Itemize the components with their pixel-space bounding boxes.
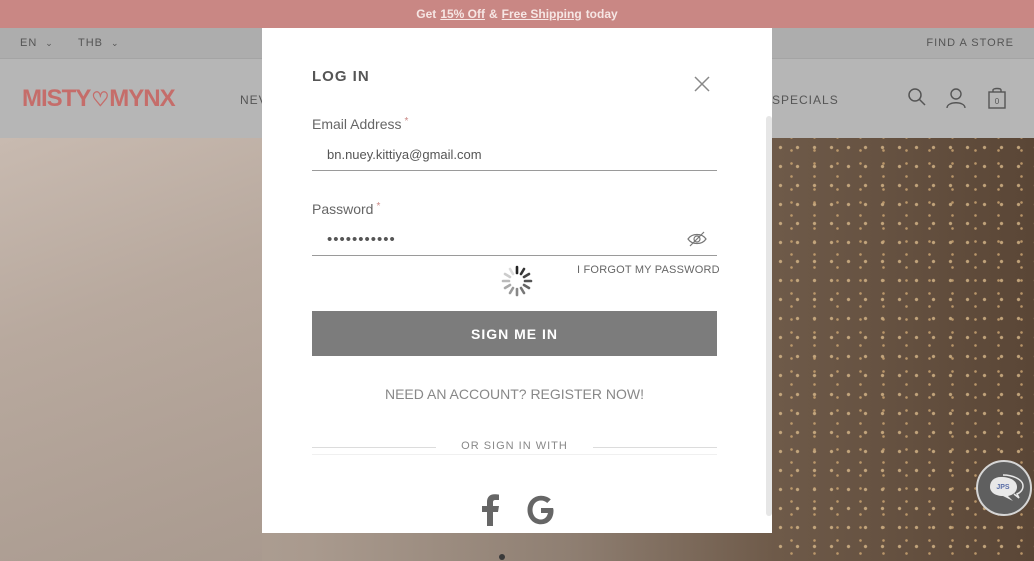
language-value: EN	[20, 37, 38, 49]
hero-staircase	[0, 138, 262, 561]
nav-item-specials[interactable]: SPECIALS	[772, 93, 839, 107]
currency-value: THB	[78, 37, 103, 49]
brand-logo[interactable]: MISTY♡MYNX	[22, 85, 176, 113]
logo-right: MYNX	[109, 85, 175, 112]
chevron-down-icon: ⌄	[45, 38, 54, 48]
currency-select[interactable]: THB ⌄	[78, 37, 120, 49]
required-mark: *	[404, 116, 409, 127]
password-field-wrapper	[312, 224, 717, 256]
logo-heart: ♡	[91, 89, 109, 111]
chat-icon[interactable]: JPS	[976, 460, 1032, 516]
search-icon[interactable]	[907, 87, 927, 112]
promo-offer-link[interactable]: 15% Off	[440, 7, 485, 21]
required-mark: *	[376, 201, 381, 212]
bag-icon[interactable]: 0	[987, 87, 1007, 114]
promo-bar: Get 15% Off & Free Shipping today	[0, 0, 1034, 28]
modal-scrollbar[interactable]	[766, 116, 772, 516]
register-link[interactable]: NEED AN ACCOUNT? REGISTER NOW!	[312, 386, 717, 402]
divider-line	[593, 447, 717, 448]
promo-prefix: Get	[416, 7, 437, 21]
email-label: Email Address *	[312, 116, 408, 132]
password-field[interactable]	[312, 224, 717, 255]
carousel-dot[interactable]	[499, 554, 505, 560]
password-label: Password *	[312, 201, 380, 217]
logo-left: MISTY	[22, 85, 91, 112]
modal-title: LOG IN	[312, 68, 370, 85]
email-field[interactable]	[312, 139, 717, 170]
or-sign-in-with-text: OR SIGN IN WITH	[461, 440, 568, 452]
password-label-text: Password	[312, 201, 374, 217]
chat-label: JPS	[996, 484, 1010, 491]
bag-count: 0	[995, 97, 1000, 106]
find-store-link[interactable]: FIND A STORE	[926, 37, 1014, 49]
promo-suffix: today	[585, 7, 618, 21]
facebook-icon[interactable]	[480, 494, 500, 531]
login-modal: LOG IN Email Address* Password*	[262, 28, 772, 533]
forgot-password-link[interactable]: I FORGOT MY PASSWORD	[577, 264, 720, 276]
divider-line	[312, 454, 717, 455]
promo-shipping-link[interactable]: Free Shipping	[502, 7, 582, 21]
chevron-down-icon: ⌄	[111, 38, 120, 48]
close-icon[interactable]	[692, 74, 712, 94]
email-field-wrapper	[312, 139, 717, 171]
account-icon[interactable]	[945, 87, 967, 114]
eye-slash-icon[interactable]	[687, 231, 707, 252]
or-divider: OR SIGN IN WITH	[312, 440, 717, 454]
email-label-text: Email Address	[312, 116, 402, 132]
promo-amp: &	[489, 7, 498, 21]
google-icon[interactable]	[526, 494, 556, 531]
language-select[interactable]: EN ⌄	[20, 37, 54, 49]
sign-in-button[interactable]: SIGN ME IN	[312, 311, 717, 356]
loading-spinner-icon	[500, 264, 534, 303]
